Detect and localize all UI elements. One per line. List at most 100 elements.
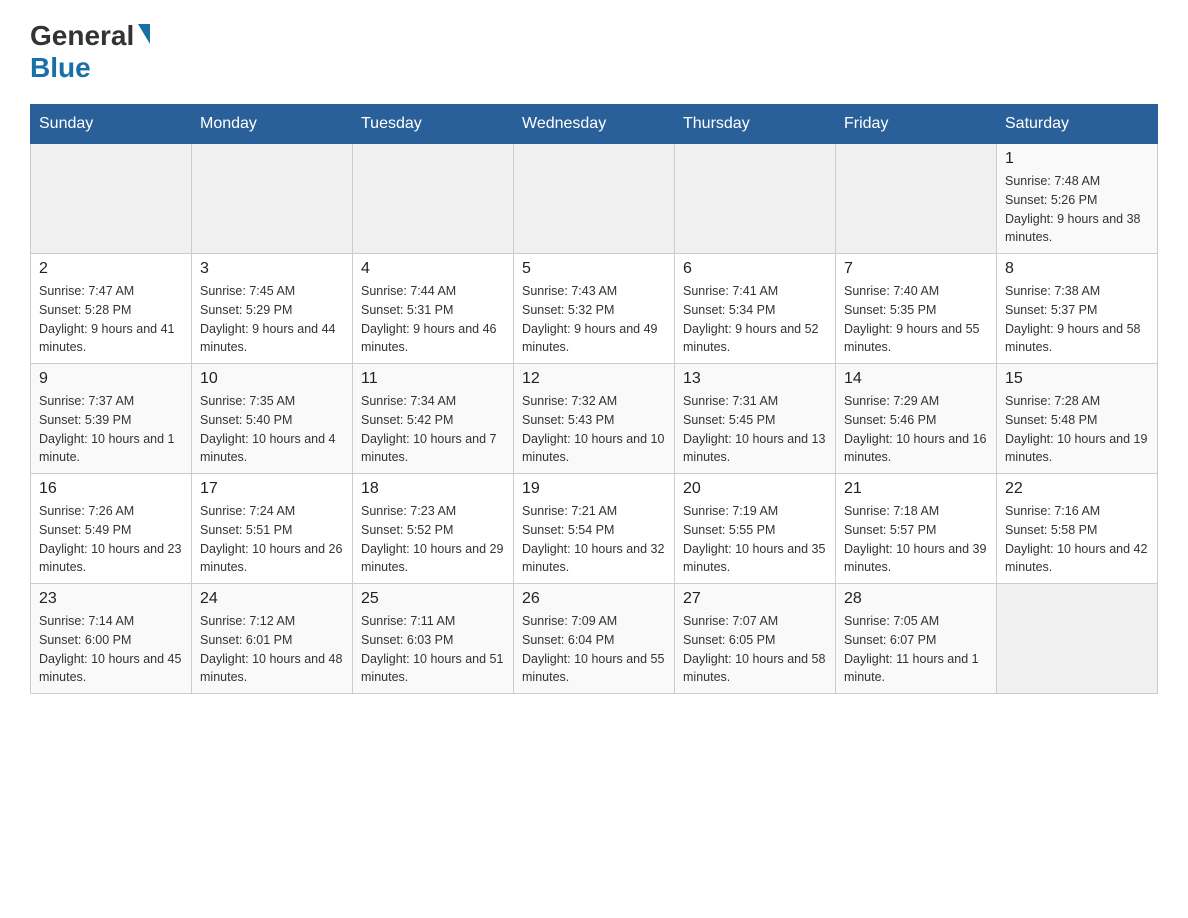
day-info: Sunrise: 7:11 AMSunset: 6:03 PMDaylight:… bbox=[361, 612, 505, 687]
calendar-cell bbox=[192, 144, 353, 254]
page-header: General Blue bbox=[30, 20, 1158, 84]
logo-general-text: General bbox=[30, 20, 134, 52]
calendar-cell: 8 Sunrise: 7:38 AMSunset: 5:37 PMDaylight… bbox=[997, 254, 1158, 364]
day-info: Sunrise: 7:21 AMSunset: 5:54 PMDaylight:… bbox=[522, 502, 666, 577]
day-number: 28 bbox=[844, 590, 988, 608]
day-info: Sunrise: 7:44 AMSunset: 5:31 PMDaylight:… bbox=[361, 282, 505, 357]
calendar-cell: 9 Sunrise: 7:37 AMSunset: 5:39 PMDaylight… bbox=[31, 364, 192, 474]
day-info: Sunrise: 7:43 AMSunset: 5:32 PMDaylight:… bbox=[522, 282, 666, 357]
day-info: Sunrise: 7:45 AMSunset: 5:29 PMDaylight:… bbox=[200, 282, 344, 357]
day-info: Sunrise: 7:34 AMSunset: 5:42 PMDaylight:… bbox=[361, 392, 505, 467]
calendar-cell bbox=[31, 144, 192, 254]
calendar-cell: 12 Sunrise: 7:32 AMSunset: 5:43 PMDayligh… bbox=[514, 364, 675, 474]
logo-blue-text: Blue bbox=[30, 52, 91, 84]
calendar-cell bbox=[836, 144, 997, 254]
day-info: Sunrise: 7:07 AMSunset: 6:05 PMDaylight:… bbox=[683, 612, 827, 687]
calendar-cell: 10 Sunrise: 7:35 AMSunset: 5:40 PMDayligh… bbox=[192, 364, 353, 474]
day-number: 15 bbox=[1005, 370, 1149, 388]
calendar-cell: 25 Sunrise: 7:11 AMSunset: 6:03 PMDayligh… bbox=[353, 584, 514, 694]
calendar-cell: 17 Sunrise: 7:24 AMSunset: 5:51 PMDayligh… bbox=[192, 474, 353, 584]
calendar-cell: 19 Sunrise: 7:21 AMSunset: 5:54 PMDayligh… bbox=[514, 474, 675, 584]
day-of-week-header: Monday bbox=[192, 105, 353, 144]
calendar-cell: 11 Sunrise: 7:34 AMSunset: 5:42 PMDayligh… bbox=[353, 364, 514, 474]
calendar-cell: 14 Sunrise: 7:29 AMSunset: 5:46 PMDayligh… bbox=[836, 364, 997, 474]
logo: General Blue bbox=[30, 20, 150, 84]
day-info: Sunrise: 7:35 AMSunset: 5:40 PMDaylight:… bbox=[200, 392, 344, 467]
day-number: 10 bbox=[200, 370, 344, 388]
day-number: 11 bbox=[361, 370, 505, 388]
day-number: 20 bbox=[683, 480, 827, 498]
calendar-cell: 4 Sunrise: 7:44 AMSunset: 5:31 PMDaylight… bbox=[353, 254, 514, 364]
day-info: Sunrise: 7:32 AMSunset: 5:43 PMDaylight:… bbox=[522, 392, 666, 467]
calendar-cell: 7 Sunrise: 7:40 AMSunset: 5:35 PMDaylight… bbox=[836, 254, 997, 364]
day-number: 27 bbox=[683, 590, 827, 608]
day-info: Sunrise: 7:26 AMSunset: 5:49 PMDaylight:… bbox=[39, 502, 183, 577]
day-number: 16 bbox=[39, 480, 183, 498]
calendar-cell: 27 Sunrise: 7:07 AMSunset: 6:05 PMDayligh… bbox=[675, 584, 836, 694]
day-info: Sunrise: 7:40 AMSunset: 5:35 PMDaylight:… bbox=[844, 282, 988, 357]
calendar-cell bbox=[353, 144, 514, 254]
day-number: 8 bbox=[1005, 260, 1149, 278]
calendar-cell: 22Sunrise: 7:16 AMSunset: 5:58 PMDayligh… bbox=[997, 474, 1158, 584]
day-number: 4 bbox=[361, 260, 505, 278]
day-number: 12 bbox=[522, 370, 666, 388]
day-of-week-header: Wednesday bbox=[514, 105, 675, 144]
day-number: 18 bbox=[361, 480, 505, 498]
day-info: Sunrise: 7:12 AMSunset: 6:01 PMDaylight:… bbox=[200, 612, 344, 687]
day-number: 7 bbox=[844, 260, 988, 278]
calendar-week-row: 16 Sunrise: 7:26 AMSunset: 5:49 PMDayligh… bbox=[31, 474, 1158, 584]
day-number: 19 bbox=[522, 480, 666, 498]
day-number: 5 bbox=[522, 260, 666, 278]
calendar-cell: 2Sunrise: 7:47 AMSunset: 5:28 PMDaylight… bbox=[31, 254, 192, 364]
calendar-cell: 15 Sunrise: 7:28 AMSunset: 5:48 PMDayligh… bbox=[997, 364, 1158, 474]
calendar-cell: 6 Sunrise: 7:41 AMSunset: 5:34 PMDaylight… bbox=[675, 254, 836, 364]
day-info: Sunrise: 7:16 AMSunset: 5:58 PMDaylight:… bbox=[1005, 502, 1149, 577]
day-info: Sunrise: 7:48 AMSunset: 5:26 PMDaylight:… bbox=[1005, 172, 1149, 247]
calendar-cell: 26 Sunrise: 7:09 AMSunset: 6:04 PMDayligh… bbox=[514, 584, 675, 694]
day-info: Sunrise: 7:24 AMSunset: 5:51 PMDaylight:… bbox=[200, 502, 344, 577]
day-info: Sunrise: 7:05 AMSunset: 6:07 PMDaylight:… bbox=[844, 612, 988, 687]
calendar-cell: 28 Sunrise: 7:05 AMSunset: 6:07 PMDayligh… bbox=[836, 584, 997, 694]
calendar-cell: 23Sunrise: 7:14 AMSunset: 6:00 PMDayligh… bbox=[31, 584, 192, 694]
calendar-week-row: 2Sunrise: 7:47 AMSunset: 5:28 PMDaylight… bbox=[31, 254, 1158, 364]
day-of-week-header: Sunday bbox=[31, 105, 192, 144]
day-number: 14 bbox=[844, 370, 988, 388]
day-info: Sunrise: 7:09 AMSunset: 6:04 PMDaylight:… bbox=[522, 612, 666, 687]
calendar-week-row: 1Sunrise: 7:48 AMSunset: 5:26 PMDaylight… bbox=[31, 144, 1158, 254]
calendar-cell: 16 Sunrise: 7:26 AMSunset: 5:49 PMDayligh… bbox=[31, 474, 192, 584]
day-info: Sunrise: 7:28 AMSunset: 5:48 PMDaylight:… bbox=[1005, 392, 1149, 467]
day-number: 6 bbox=[683, 260, 827, 278]
day-info: Sunrise: 7:29 AMSunset: 5:46 PMDaylight:… bbox=[844, 392, 988, 467]
day-info: Sunrise: 7:38 AMSunset: 5:37 PMDaylight:… bbox=[1005, 282, 1149, 357]
calendar-cell: 21 Sunrise: 7:18 AMSunset: 5:57 PMDayligh… bbox=[836, 474, 997, 584]
day-number: 17 bbox=[200, 480, 344, 498]
day-number: 24 bbox=[200, 590, 344, 608]
calendar-cell bbox=[997, 584, 1158, 694]
calendar-header-row: SundayMondayTuesdayWednesdayThursdayFrid… bbox=[31, 105, 1158, 144]
day-info: Sunrise: 7:23 AMSunset: 5:52 PMDaylight:… bbox=[361, 502, 505, 577]
day-of-week-header: Thursday bbox=[675, 105, 836, 144]
day-number: 25 bbox=[361, 590, 505, 608]
calendar-cell: 24 Sunrise: 7:12 AMSunset: 6:01 PMDayligh… bbox=[192, 584, 353, 694]
day-number: 21 bbox=[844, 480, 988, 498]
day-info: Sunrise: 7:14 AMSunset: 6:00 PMDaylight:… bbox=[39, 612, 183, 687]
day-info: Sunrise: 7:37 AMSunset: 5:39 PMDaylight:… bbox=[39, 392, 183, 467]
calendar-cell: 20 Sunrise: 7:19 AMSunset: 5:55 PMDayligh… bbox=[675, 474, 836, 584]
day-number: 13 bbox=[683, 370, 827, 388]
calendar-week-row: 23Sunrise: 7:14 AMSunset: 6:00 PMDayligh… bbox=[31, 584, 1158, 694]
day-of-week-header: Saturday bbox=[997, 105, 1158, 144]
day-info: Sunrise: 7:41 AMSunset: 5:34 PMDaylight:… bbox=[683, 282, 827, 357]
day-info: Sunrise: 7:31 AMSunset: 5:45 PMDaylight:… bbox=[683, 392, 827, 467]
calendar-table: SundayMondayTuesdayWednesdayThursdayFrid… bbox=[30, 104, 1158, 694]
day-of-week-header: Tuesday bbox=[353, 105, 514, 144]
day-number: 26 bbox=[522, 590, 666, 608]
day-number: 3 bbox=[200, 260, 344, 278]
day-info: Sunrise: 7:18 AMSunset: 5:57 PMDaylight:… bbox=[844, 502, 988, 577]
calendar-cell: 13 Sunrise: 7:31 AMSunset: 5:45 PMDayligh… bbox=[675, 364, 836, 474]
day-number: 9 bbox=[39, 370, 183, 388]
calendar-cell bbox=[514, 144, 675, 254]
day-info: Sunrise: 7:19 AMSunset: 5:55 PMDaylight:… bbox=[683, 502, 827, 577]
day-of-week-header: Friday bbox=[836, 105, 997, 144]
calendar-cell: 3 Sunrise: 7:45 AMSunset: 5:29 PMDaylight… bbox=[192, 254, 353, 364]
calendar-cell bbox=[675, 144, 836, 254]
